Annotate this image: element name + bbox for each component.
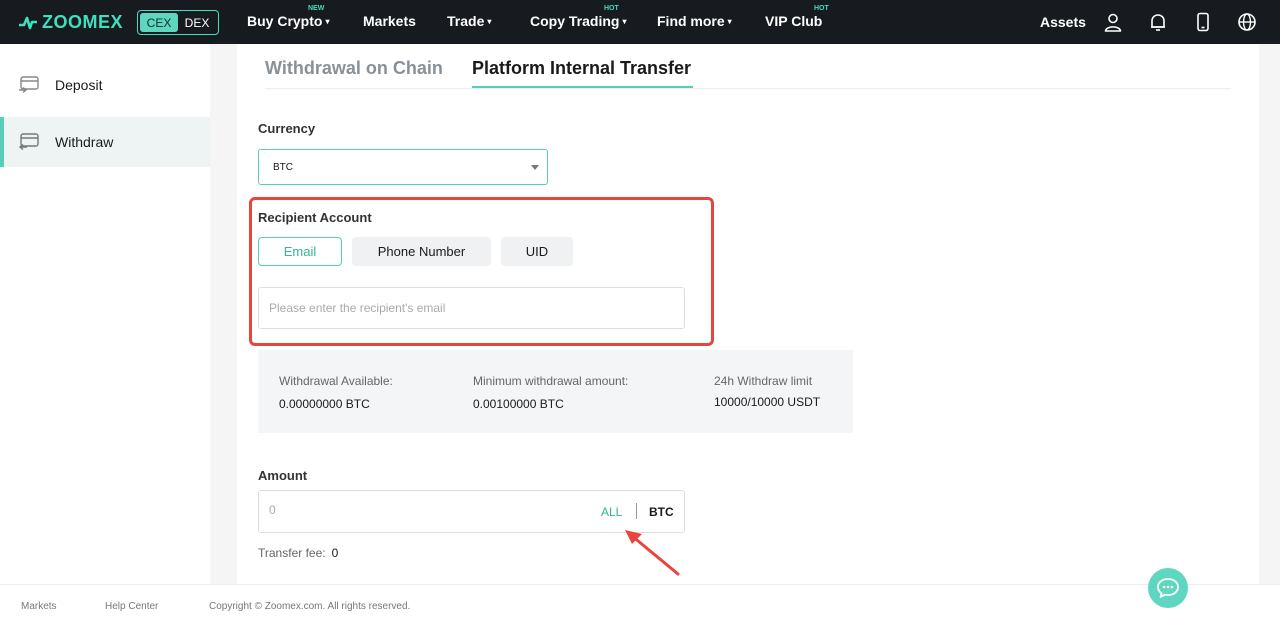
caret-down-icon	[531, 165, 539, 170]
all-button[interactable]: ALL	[601, 505, 622, 519]
new-badge: NEW	[308, 5, 325, 12]
footer-help-center-link[interactable]: Help Center	[105, 601, 158, 612]
hot-badge: HOT	[604, 5, 619, 12]
annotation-arrow-icon	[625, 530, 680, 576]
nav-find-more-label: Find more	[657, 13, 725, 29]
withdraw-limit: 24h Withdraw limit 10000/10000 USDT	[714, 374, 820, 409]
mobile-icon[interactable]	[1193, 12, 1213, 32]
recipient-email-input[interactable]	[258, 287, 685, 329]
dex-toggle[interactable]: DEX	[178, 13, 216, 32]
transfer-fee-label: Transfer fee:	[258, 546, 326, 560]
tabs-divider	[265, 88, 1231, 89]
sidebar-item-deposit[interactable]: Deposit	[0, 60, 210, 110]
currency-value: BTC	[273, 161, 293, 173]
amount-input[interactable]	[269, 503, 569, 517]
nav-buy-crypto[interactable]: Buy Crypto ▾ NEW	[247, 5, 330, 29]
tab-withdrawal-on-chain[interactable]: Withdrawal on Chain	[265, 58, 443, 79]
footer-markets-link[interactable]: Markets	[21, 601, 57, 612]
chevron-down-icon: ▾	[622, 17, 627, 26]
withdrawal-available: Withdrawal Available: 0.00000000 BTC	[279, 374, 393, 411]
bell-icon[interactable]	[1148, 12, 1168, 32]
tab-platform-internal-transfer[interactable]: Platform Internal Transfer	[472, 58, 691, 79]
email-option-button[interactable]: Email	[258, 237, 342, 266]
currency-label: Currency	[258, 121, 316, 136]
nav-copy-trading-label: Copy Trading	[530, 13, 620, 29]
logo-text: ZOOMEX	[42, 12, 124, 32]
globe-icon[interactable]	[1237, 12, 1257, 32]
nav-trade-label: Trade	[447, 13, 485, 29]
chat-support-button[interactable]	[1148, 568, 1188, 608]
withdraw-limit-label: 24h Withdraw limit	[714, 374, 813, 388]
minimum-withdrawal-value: 0.00100000 BTC	[473, 397, 564, 411]
zoomex-logo[interactable]: ZOOMEX	[18, 12, 123, 33]
nav-buy-crypto-label: Buy Crypto	[247, 13, 323, 29]
chevron-down-icon: ▾	[325, 17, 330, 26]
user-icon[interactable]	[1103, 12, 1123, 32]
uid-option-button[interactable]: UID	[501, 237, 573, 266]
chat-bubble-icon	[1157, 578, 1179, 598]
sidebar-item-label: Withdraw	[55, 134, 114, 150]
withdrawal-available-value: 0.00000000 BTC	[279, 397, 370, 411]
nav-markets-label: Markets	[363, 13, 416, 29]
recipient-account-label: Recipient Account	[258, 210, 372, 225]
sidebar: Deposit Withdraw	[0, 44, 210, 584]
nav-markets[interactable]: Markets	[363, 13, 416, 29]
chevron-down-icon: ▾	[487, 17, 492, 26]
nav-copy-trading[interactable]: Copy Trading ▾ HOT	[530, 5, 627, 29]
minimum-withdrawal-label: Minimum withdrawal amount:	[473, 374, 629, 388]
assets-link[interactable]: Assets	[1040, 14, 1086, 30]
hot-badge: HOT	[814, 5, 829, 12]
withdraw-card: Withdrawal on Chain Platform Internal Tr…	[237, 44, 1259, 584]
chevron-down-icon: ▾	[727, 17, 732, 26]
minimum-withdrawal: Minimum withdrawal amount: 0.00100000 BT…	[473, 374, 628, 411]
nav-vip-club-label: VIP Club	[765, 13, 823, 29]
currency-select[interactable]: BTC	[258, 149, 548, 185]
divider	[636, 503, 637, 519]
sidebar-item-label: Deposit	[55, 77, 103, 93]
withdrawal-available-label: Withdrawal Available:	[279, 374, 393, 388]
transfer-fee: Transfer fee: 0	[258, 546, 338, 560]
footer: Markets Help Center Copyright © Zoomex.c…	[0, 584, 1280, 627]
zoomex-logo-icon	[19, 16, 37, 29]
amount-unit: BTC	[649, 505, 674, 519]
top-navbar: ZOOMEX CEX DEX Buy Crypto ▾ NEW Markets T…	[0, 0, 1280, 44]
transfer-fee-value: 0	[331, 546, 339, 560]
footer-copyright: Copyright © Zoomex.com. All rights reser…	[209, 601, 411, 612]
withdraw-limit-value: 10000/10000 USDT	[714, 395, 821, 409]
cex-dex-switch: CEX DEX	[137, 10, 219, 35]
withdraw-card-icon	[18, 133, 39, 151]
nav-vip-club[interactable]: VIP Club HOT	[765, 5, 829, 29]
nav-find-more[interactable]: Find more ▾	[657, 13, 732, 29]
deposit-card-icon	[19, 76, 39, 94]
amount-label: Amount	[258, 468, 308, 483]
phone-number-option-button[interactable]: Phone Number	[352, 237, 491, 266]
cex-toggle[interactable]: CEX	[140, 13, 178, 32]
nav-trade[interactable]: Trade ▾	[447, 13, 491, 29]
withdraw-info-panel: Withdrawal Available: 0.00000000 BTC Min…	[258, 350, 853, 433]
sidebar-item-withdraw[interactable]: Withdraw	[0, 117, 210, 167]
